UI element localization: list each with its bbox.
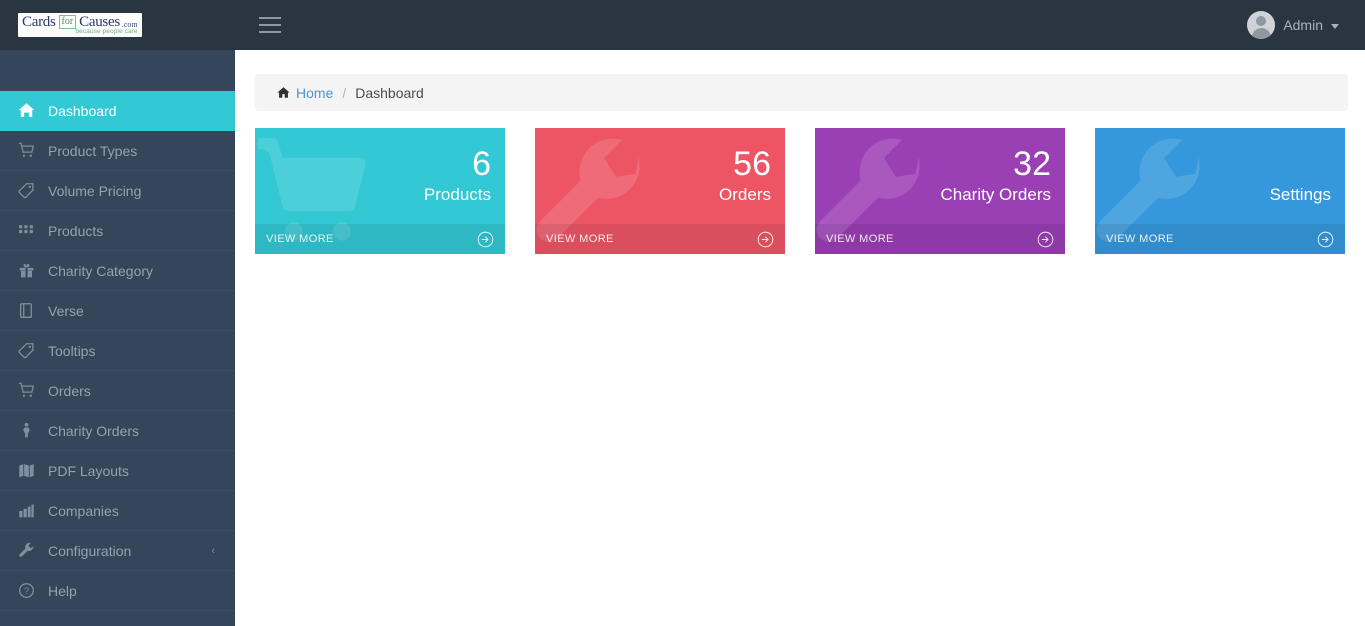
book-icon [18,302,42,319]
stat-card-charity-orders[interactable]: 32 Charity Orders VIEW MORE [815,128,1065,254]
sidebar-item-charity-orders[interactable]: Charity Orders [0,411,235,451]
stat-cards-row: 6 Products VIEW MORE 56 Orders VIEW MORE 32 Cha… [255,128,1350,254]
arrow-right-circle-icon [1317,231,1334,248]
top-header: Cards for Causes .com because people car… [0,0,1365,50]
hamburger-line [259,24,281,26]
sidebar-item-label: Volume Pricing [48,182,142,199]
sidebar-item-label: Verse [48,302,84,319]
svg-text:?: ? [24,586,29,596]
sidebar-nav: Dashboard Product Types Volume Pricing Prod… [0,91,235,611]
sidebar-item-pdf-layouts[interactable]: PDF Layouts [0,451,235,491]
stat-card-orders[interactable]: 56 Orders VIEW MORE [535,128,785,254]
stat-card-footer[interactable]: VIEW MORE [815,224,1065,254]
view-more-label: VIEW MORE [266,233,334,245]
sidebar-item-volume-pricing[interactable]: Volume Pricing [0,171,235,211]
stat-card-number: 6 [472,145,491,183]
tag-icon [18,342,42,359]
arrow-right-circle-icon [1037,231,1054,248]
sidebar-spacer [0,50,235,91]
sidebar-item-label: Products [48,222,104,239]
avatar-body [1251,28,1271,39]
user-name-label: Admin [1283,17,1323,33]
sidebar-item-label: PDF Layouts [48,462,129,479]
stat-card-title: Charity Orders [940,185,1051,204]
user-menu[interactable]: Admin [1247,11,1365,39]
sidebar-item-product-types[interactable]: Product Types [0,131,235,171]
sidebar: Dashboard Product Types Volume Pricing Prod… [0,50,235,626]
sidebar-item-label: Help [48,582,77,599]
brand-logo[interactable]: Cards for Causes .com because people car… [0,0,235,50]
stat-card-products[interactable]: 6 Products VIEW MORE [255,128,505,254]
sidebar-item-help[interactable]: ? Help [0,571,235,611]
sidebar-item-label: Companies [48,502,119,519]
gift-icon [18,262,42,279]
breadcrumb-home-link[interactable]: Home [296,85,333,101]
hamburger-line [259,31,281,33]
sidebar-item-products[interactable]: Products [0,211,235,251]
avatar [1247,11,1276,39]
breadcrumb: Home / Dashboard [255,74,1348,111]
home-icon [18,102,42,119]
stat-card-footer[interactable]: VIEW MORE [1095,224,1345,254]
stat-card-number: 32 [1013,145,1051,183]
stat-card-content: 32 Charity Orders [940,144,1051,206]
question-circle-icon: ? [18,582,42,599]
stat-card-footer[interactable]: VIEW MORE [535,224,785,254]
sidebar-item-companies[interactable]: Companies [0,491,235,531]
stat-card-number: 56 [733,145,771,183]
breadcrumb-current: Dashboard [355,84,424,101]
home-icon [277,86,290,99]
logo-image: Cards for Causes .com because people car… [18,13,142,37]
logo-cards-text: Cards [22,14,56,31]
sidebar-item-label: Charity Orders [48,422,140,439]
stat-card-content: Settings [1270,184,1331,206]
view-more-label: VIEW MORE [546,233,614,245]
logo-for-text: for [58,15,77,30]
sidebar-item-tooltips[interactable]: Tooltips [0,331,235,371]
sidebar-item-label: Configuration [48,542,132,559]
hamburger-menu-icon[interactable] [250,5,290,45]
arrow-right-circle-icon [477,231,494,248]
chevron-down-icon [1331,23,1339,29]
chevron-left-icon: ‹ [211,544,215,557]
stat-card-title: Products [423,185,491,204]
grid-icon [18,222,42,239]
arrow-right-circle-icon [757,231,774,248]
sidebar-item-dashboard[interactable]: Dashboard [0,91,235,131]
main-content: Home / Dashboard 6 Products VIEW MORE 56 Ord… [235,50,1365,626]
sidebar-item-orders[interactable]: Orders [0,371,235,411]
sidebar-item-label: Tooltips [48,342,96,359]
sidebar-item-verse[interactable]: Verse [0,291,235,331]
view-more-label: VIEW MORE [826,233,894,245]
avatar-head [1256,16,1267,26]
tag-icon [18,182,42,199]
stat-card-title: Settings [1269,185,1331,204]
map-icon [18,462,42,479]
factory-icon [18,502,42,519]
sidebar-item-configuration[interactable]: Configuration ‹ [0,531,235,571]
stat-card-settings[interactable]: Settings VIEW MORE [1095,128,1345,254]
sidebar-item-label: Orders [48,382,91,399]
wrench-icon [18,542,42,559]
sidebar-item-charity-category[interactable]: Charity Category [0,251,235,291]
stat-card-content: 6 Products [424,144,491,206]
view-more-label: VIEW MORE [1106,233,1174,245]
shopping-cart-icon [18,382,42,399]
stat-card-content: 56 Orders [719,144,771,206]
sidebar-item-label: Product Types [48,142,138,159]
stat-card-footer[interactable]: VIEW MORE [255,224,505,254]
shopping-cart-icon [18,142,42,159]
stat-card-title: Orders [719,185,771,204]
person-icon [18,422,42,439]
breadcrumb-separator: / [342,84,347,101]
hamburger-line [259,17,281,19]
sidebar-item-label: Charity Category [48,262,154,279]
sidebar-item-label: Dashboard [48,102,117,119]
